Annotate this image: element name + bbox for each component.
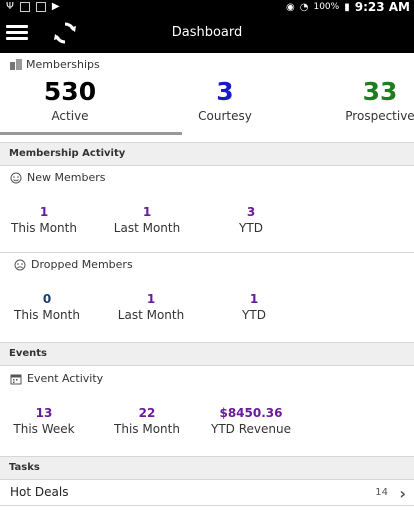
chevron-right-icon: ›	[399, 484, 406, 503]
frown-icon	[14, 259, 26, 270]
new-last-month-label: Last Month	[113, 221, 181, 235]
new-members-heading: New Members	[27, 171, 106, 184]
stat-active[interactable]: 530 Active	[30, 77, 110, 123]
selected-tab-indicator	[0, 132, 182, 135]
events-this-week: 13 This Week	[0, 405, 99, 437]
store-notification-icon	[35, 1, 46, 12]
stat-courtesy-label: Courtesy	[198, 109, 252, 123]
events-this-week-label: This Week	[13, 422, 75, 436]
events-this-month-value: 22	[138, 406, 156, 420]
play-notification-icon: ▶	[51, 1, 60, 12]
new-last-month: 1 Last Month	[92, 204, 202, 236]
new-this-month-value: 1	[39, 205, 49, 219]
building-icon	[10, 59, 22, 70]
new-this-month: 1 This Month	[0, 204, 99, 236]
section-membership-activity: Membership Activity	[0, 142, 414, 166]
battery-icon: ▮	[344, 1, 350, 13]
new-members-header: New Members	[10, 171, 105, 184]
stat-prospective-value: 33	[362, 77, 398, 106]
new-this-month-label: This Month	[11, 221, 77, 235]
app-bar: Dashboard	[0, 14, 414, 53]
memberships-panel: Memberships 530 Active 3 Courtesy 33 Pro…	[0, 53, 414, 137]
task-row-label: Hot Deals	[10, 485, 69, 499]
dropped-members-heading: Dropped Members	[31, 258, 133, 271]
clock: 9:23 AM	[354, 0, 410, 14]
new-ytd: 3 YTD	[196, 204, 306, 236]
new-last-month-value: 1	[142, 205, 152, 219]
dropped-this-month-value: 0	[42, 292, 52, 306]
dropped-this-month-label: This Month	[14, 308, 80, 322]
event-activity-header: Event Activity	[10, 372, 103, 385]
dropped-ytd-value: 1	[249, 292, 259, 306]
divider	[0, 252, 414, 253]
dropped-ytd-label: YTD	[242, 308, 266, 322]
events-this-month-label: This Month	[114, 422, 180, 436]
memberships-heading: Memberships	[26, 58, 100, 71]
dropped-last-month: 1 Last Month	[96, 291, 206, 323]
dropped-ytd: 1 YTD	[199, 291, 309, 323]
section-events: Events	[0, 342, 414, 366]
events-this-month: 22 This Month	[92, 405, 202, 437]
task-row-count: 14	[375, 487, 388, 498]
usb-icon: Ψ	[6, 1, 14, 12]
stat-active-value: 530	[43, 77, 97, 106]
events-ytd-revenue: $8450.36 YTD Revenue	[196, 405, 306, 437]
wifi-icon: ◔	[299, 1, 309, 13]
dropped-members-header: Dropped Members	[14, 258, 133, 271]
section-tasks: Tasks	[0, 456, 414, 480]
calendar-icon	[10, 374, 22, 384]
stat-courtesy[interactable]: 3 Courtesy	[185, 77, 265, 123]
stat-active-label: Active	[51, 109, 89, 123]
status-bar: Ψ ▶ ◉ ◔ 100% ▮ 9:23 AM	[0, 0, 414, 14]
page-title: Dashboard	[171, 25, 243, 40]
memberships-header: Memberships	[10, 58, 100, 71]
events-this-week-value: 13	[35, 406, 53, 420]
stat-courtesy-value: 3	[216, 77, 234, 106]
stat-prospective-label: Prospective	[345, 109, 414, 123]
image-notification-icon	[19, 1, 30, 12]
events-ytd-revenue-value: $8450.36	[219, 406, 283, 420]
stat-prospective[interactable]: 33 Prospective	[340, 77, 414, 123]
event-activity-heading: Event Activity	[27, 372, 104, 385]
dropped-last-month-value: 1	[146, 292, 156, 306]
events-ytd-revenue-label: YTD Revenue	[211, 422, 291, 436]
dropped-this-month: 0 This Month	[0, 291, 102, 323]
dropped-last-month-label: Last Month	[117, 308, 185, 322]
task-row-hot-deals[interactable]: Hot Deals 14 ›	[0, 480, 414, 506]
new-ytd-label: YTD	[239, 221, 263, 235]
eye-icon: ◉	[286, 1, 295, 13]
smile-icon	[10, 172, 22, 183]
battery-level: 100%	[313, 2, 340, 12]
new-ytd-value: 3	[246, 205, 256, 219]
